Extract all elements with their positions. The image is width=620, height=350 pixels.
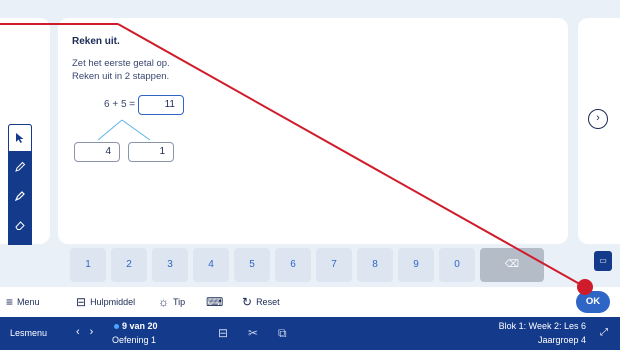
key-2[interactable]: 2 [111,248,147,282]
briefcase-icon[interactable]: ⊟ [218,326,228,340]
backspace-key[interactable]: ⌫ [480,248,544,282]
key-8[interactable]: 8 [357,248,393,282]
exercise-nav[interactable]: ‹› [76,326,103,338]
expand-icon[interactable]: ⤢ [600,327,608,338]
keyboard-button[interactable]: ⌨ [206,295,223,309]
key-1[interactable]: 1 [70,248,106,282]
chevron-left-icon[interactable]: ‹ [76,326,90,338]
hamburger-icon: ≡ [6,295,14,309]
hulpmiddel-label: Hulpmiddel [90,297,136,307]
lesmenu-link[interactable]: Lesmenu [10,328,47,338]
backspace-icon: ⌫ [504,259,520,270]
panel-toggle-icon[interactable]: ▭ [594,251,612,271]
tip-label: Tip [173,297,186,307]
progress-dot [114,324,119,329]
key-6[interactable]: 6 [275,248,311,282]
next-exercise-button[interactable]: › [588,109,608,129]
tools-icon[interactable]: ✂ [248,326,258,340]
split-right-input[interactable]: 1 [128,142,174,162]
status-bar: Lesmenu ‹› 9 van 20 Oefening 1 ⊟ ✂ ⧉ Blo… [0,317,620,350]
hulpmiddel-button[interactable]: ⊟ Hulpmiddel [76,295,135,309]
number-keypad: 1 2 3 4 5 6 7 8 9 0 ⌫ ▭ [0,245,620,287]
menu-label: Menu [17,297,40,307]
lesson-location: Blok 1: Week 2: Les 6 [498,321,586,331]
reset-label: Reset [256,297,280,307]
pointer-icon[interactable] [8,124,32,152]
key-4[interactable]: 4 [193,248,229,282]
exercise-label: Oefening 1 [112,335,157,345]
marker-icon[interactable] [8,182,32,210]
chevron-right-icon: › [596,112,600,124]
eraser-icon[interactable] [8,211,32,239]
key-0[interactable]: 0 [439,248,475,282]
key-9[interactable]: 9 [398,248,434,282]
pencil-icon[interactable] [8,153,32,181]
reset-icon: ↻ [242,295,253,309]
exercise-stage: Reken uit. Zet het eerste getal op. Reke… [0,0,620,245]
tip-button[interactable]: ☼ Tip [158,295,185,309]
ok-button[interactable]: OK [576,291,610,313]
toolbox-icon: ⊟ [76,295,87,309]
key-5[interactable]: 5 [234,248,270,282]
reset-button[interactable]: ↻ Reset [242,295,280,309]
progress-counter: 9 van 20 [122,321,158,331]
action-bar: ≡ Menu ⊟ Hulpmiddel ☼ Tip ⌨ ↻ Reset OK [0,287,620,317]
split-left-input[interactable]: 4 [74,142,120,162]
next-card [578,18,620,244]
chevron-right-icon[interactable]: › [90,326,104,338]
exercise-card: Reken uit. Zet het eerste getal op. Reke… [58,18,568,244]
keyboard-icon: ⌨ [206,295,224,309]
year-group: Jaargroep 4 [537,335,586,345]
copy-icon[interactable]: ⧉ [278,326,287,341]
split-tree-lines [97,119,151,141]
lightbulb-icon: ☼ [158,295,169,309]
key-7[interactable]: 7 [316,248,352,282]
key-3[interactable]: 3 [152,248,188,282]
menu-button[interactable]: ≡ Menu [6,295,40,309]
